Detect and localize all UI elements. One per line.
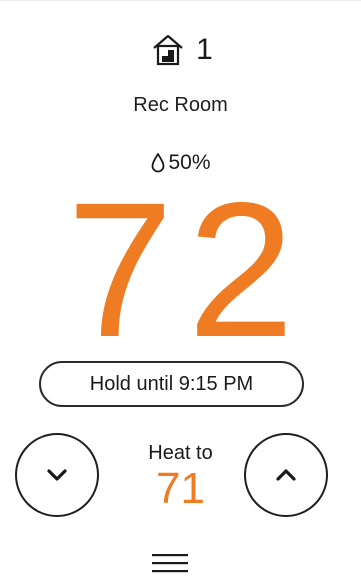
setpoint-display: Heat to 71 — [110, 440, 251, 512]
hamburger-menu-icon — [152, 554, 188, 573]
chevron-up-icon — [276, 469, 296, 481]
zone-number: 1 — [196, 33, 213, 66]
top-divider — [0, 0, 361, 1]
menu-button[interactable] — [150, 550, 190, 576]
setpoint-value: 71 — [156, 464, 205, 513]
zone-indicator: 1 — [0, 30, 361, 70]
current-temperature: 72 — [66, 162, 309, 377]
decrease-setpoint-button[interactable] — [15, 433, 99, 517]
chevron-down-icon — [47, 469, 67, 481]
hold-button[interactable]: Hold until 9:15 PM — [39, 361, 304, 407]
home-zone-icon — [153, 34, 183, 66]
increase-setpoint-button[interactable] — [244, 433, 328, 517]
room-name: Rec Room — [133, 94, 228, 116]
setpoint-label: Heat to — [148, 442, 213, 464]
thermostat-screen: 1 Rec Room 50% 72 Hold until 9:15 PM Hea… — [0, 0, 361, 585]
